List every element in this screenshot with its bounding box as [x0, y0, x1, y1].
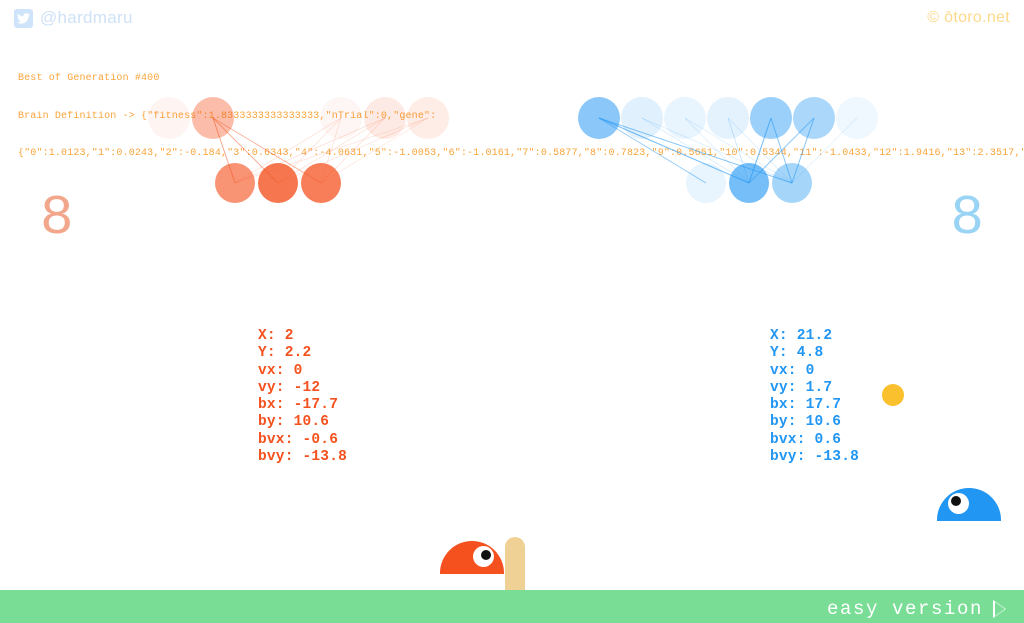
stats-right-agent: X: 21.2 Y: 4.8 vx: 0 vy: 1.7 bx: 17.7 by…: [770, 328, 860, 466]
easy-version-label: easy version: [826, 598, 983, 620]
agent-left-orange: [440, 541, 504, 574]
agent-body: [440, 541, 504, 574]
debug-line-gene-values: {"0":1.0123,"1":0.0243,"2":-0.184,"3":0.…: [18, 148, 1024, 159]
ball: [882, 384, 904, 406]
debug-line-brain-definition: Brain Definition -> {"fitness":1.8333333…: [18, 110, 437, 122]
twitter-credit[interactable]: @hardmaru: [14, 8, 133, 28]
agent-body: [937, 488, 1001, 521]
otoro-copyright[interactable]: © ōtoro.net: [927, 9, 1010, 27]
ground-strip: easy version: [0, 590, 1024, 623]
debug-line-generation: Best of Generation #400: [18, 73, 160, 84]
agent-right-blue: [937, 488, 1001, 521]
score-right: 8: [950, 186, 984, 250]
agent-pupil: [481, 550, 491, 560]
debug-readout: Best of Generation #400 Brain Definition…: [18, 48, 1024, 186]
agent-pupil: [951, 496, 961, 506]
easy-version-button[interactable]: easy version: [827, 598, 1006, 620]
twitter-bird-icon: [14, 8, 33, 28]
net-post: [505, 537, 525, 592]
stats-left-agent: X: 2 Y: 2.2 vx: 0 vy: -12 bx: -17.7 by: …: [258, 328, 348, 466]
score-left: 8: [40, 186, 74, 250]
game-stage: @hardmaru © ōtoro.net Best of Generation…: [0, 0, 1024, 623]
play-triangle-icon: [993, 600, 1006, 618]
twitter-handle-label: @hardmaru: [40, 8, 133, 27]
